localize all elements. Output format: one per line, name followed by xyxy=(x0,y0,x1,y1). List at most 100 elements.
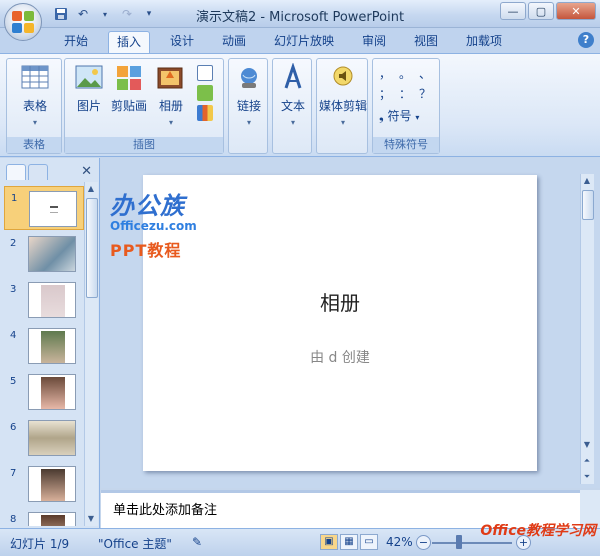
thumbnails-scrollbar[interactable]: ▲ ▼ xyxy=(84,182,98,526)
tab-design[interactable]: 设计 xyxy=(162,31,202,53)
chevron-down-icon: ▾ xyxy=(32,118,37,127)
thumbnail-row[interactable]: 2 xyxy=(4,232,84,276)
clipart-button[interactable]: 剪贴画 xyxy=(109,63,149,114)
zoom-out-button[interactable]: − xyxy=(416,535,431,550)
slide-thumbnail[interactable] xyxy=(28,466,76,502)
picture-button[interactable]: 图片 xyxy=(69,63,109,114)
normal-view-button[interactable]: ▣ xyxy=(320,534,338,550)
scroll-up-icon[interactable]: ▲ xyxy=(85,182,97,196)
site-logo: 办公族 Officezu.com PPT教程 xyxy=(110,186,210,260)
close-button[interactable]: ✕ xyxy=(556,2,596,20)
smartart-icon[interactable] xyxy=(197,85,213,101)
slide-number: 1 xyxy=(11,193,18,204)
office-logo-icon xyxy=(12,11,34,33)
speaker-icon xyxy=(328,63,358,93)
zoom-slider-knob[interactable] xyxy=(456,535,462,549)
group-links: 链接 ▾ xyxy=(228,58,268,154)
editor-scrollbar[interactable]: ▲ ▼ ⏶ ⏷ xyxy=(580,174,594,484)
symbol-semicolon[interactable]: ； xyxy=(379,85,391,102)
tab-animation[interactable]: 动画 xyxy=(214,31,254,53)
slide-number: 2 xyxy=(10,238,17,249)
slide-number: 7 xyxy=(10,468,17,479)
ribbon: 表格 ▾ 表格 图片 剪贴画 相册 ▾ 插图 链接 ▾ 文本 ▾ 媒体剪辑 ▾ … xyxy=(0,53,600,157)
slide-thumbnail[interactable] xyxy=(28,374,76,410)
tab-insert[interactable]: 插入 xyxy=(108,31,151,53)
slide-thumbnail[interactable] xyxy=(28,328,76,364)
chevron-down-icon: ▾ xyxy=(290,118,295,127)
slide-thumbnail[interactable] xyxy=(28,282,76,318)
chevron-down-icon: ▾ xyxy=(246,118,251,127)
zoom-level[interactable]: 42% xyxy=(386,535,413,549)
previous-slide-icon[interactable]: ⏶ xyxy=(581,454,593,468)
table-button[interactable]: 表格 ▾ xyxy=(15,63,55,127)
tab-home[interactable]: 开始 xyxy=(56,31,96,53)
tab-slides[interactable] xyxy=(6,164,26,180)
thumbnail-row[interactable]: 1 xyxy=(4,186,84,230)
slide-title[interactable]: 相册 xyxy=(143,287,537,316)
text-button-label: 文本 xyxy=(280,99,305,113)
group-table-label: 表格 xyxy=(7,137,61,153)
media-button[interactable]: 媒体剪辑 ▾ xyxy=(319,63,367,127)
thumbnail-row[interactable]: 6 xyxy=(4,416,84,460)
table-icon xyxy=(20,63,50,93)
maximize-button[interactable]: ▢ xyxy=(528,2,554,20)
window-controls: — ▢ ✕ xyxy=(500,2,596,20)
scroll-down-icon[interactable]: ▼ xyxy=(581,438,593,452)
help-icon[interactable]: ? xyxy=(578,32,594,48)
link-button-label: 链接 xyxy=(236,99,261,113)
symbol-period[interactable]: 。 xyxy=(399,65,411,82)
next-slide-icon[interactable]: ⏷ xyxy=(581,470,593,484)
logo-course: PPT教程 xyxy=(110,241,182,260)
thumbnail-row[interactable]: 4 xyxy=(4,324,84,368)
scroll-down-icon[interactable]: ▼ xyxy=(85,512,97,526)
link-icon xyxy=(234,63,264,93)
link-button[interactable]: 链接 ▾ xyxy=(229,63,269,127)
slide-subtitle[interactable]: 由 d 创建 xyxy=(143,347,537,367)
chevron-down-icon: ▾ xyxy=(168,118,173,127)
slide-number: 6 xyxy=(10,422,17,433)
group-symbols: ， 。 、 ； ： ？ ❟ 符号 ▾ 特殊符号 xyxy=(372,58,440,154)
thumbnail-row[interactable]: 3 xyxy=(4,278,84,322)
scrollbar-thumb[interactable] xyxy=(86,198,98,298)
sorter-view-button[interactable]: ▦ xyxy=(340,534,358,550)
notes-placeholder: 单击此处添加备注 xyxy=(113,503,218,518)
media-button-label: 媒体剪辑 xyxy=(319,99,368,113)
slide-thumbnail[interactable] xyxy=(28,420,76,456)
tab-slideshow[interactable]: 幻灯片放映 xyxy=(266,31,342,53)
text-button[interactable]: 文本 ▾ xyxy=(273,62,313,127)
group-text: 文本 ▾ xyxy=(272,58,312,154)
office-button[interactable] xyxy=(4,3,42,41)
scroll-up-icon[interactable]: ▲ xyxy=(581,174,593,188)
picture-button-label: 图片 xyxy=(76,99,101,113)
slide-thumbnail[interactable] xyxy=(28,236,76,272)
album-button[interactable]: 相册 ▾ xyxy=(151,63,191,127)
thumbnail-row[interactable]: 5 xyxy=(4,370,84,414)
slide-thumbnail[interactable] xyxy=(29,191,77,227)
zoom-slider[interactable] xyxy=(432,542,512,544)
tab-outline[interactable] xyxy=(28,164,48,180)
symbol-colon[interactable]: ： xyxy=(399,85,411,102)
slideshow-view-button[interactable]: ▭ xyxy=(360,534,378,550)
tab-review[interactable]: 审阅 xyxy=(354,31,394,53)
tab-addins[interactable]: 加载项 xyxy=(458,31,510,53)
table-button-label: 表格 xyxy=(22,99,47,113)
logo-site: Officezu.com xyxy=(110,219,197,233)
shapes-icon[interactable] xyxy=(197,65,213,81)
minimize-button[interactable]: — xyxy=(500,2,526,20)
chevron-down-icon: ▾ xyxy=(340,118,345,127)
tab-view[interactable]: 视图 xyxy=(406,31,446,53)
slide-thumbnail[interactable] xyxy=(28,512,76,526)
symbol-enumeration-comma[interactable]: 、 xyxy=(419,65,431,82)
slides-pane: ✕ 1 2 3 4 5 6 7 8 ▲ ▼ xyxy=(0,158,100,528)
chevron-down-icon: ▾ xyxy=(415,113,420,122)
chart-icon[interactable] xyxy=(197,105,213,121)
symbol-question[interactable]: ？ xyxy=(419,85,431,102)
thumbnail-row[interactable]: 7 xyxy=(4,462,84,506)
symbol-button[interactable]: ❟ 符号 ▾ xyxy=(379,107,419,124)
symbol-comma[interactable]: ， xyxy=(379,65,391,82)
scrollbar-thumb[interactable] xyxy=(582,190,594,220)
spellcheck-icon[interactable]: ✎ xyxy=(192,535,202,549)
close-icon[interactable]: ✕ xyxy=(81,164,92,179)
clipart-button-label: 剪贴画 xyxy=(110,99,147,113)
thumbnail-row[interactable]: 8 xyxy=(4,508,84,526)
